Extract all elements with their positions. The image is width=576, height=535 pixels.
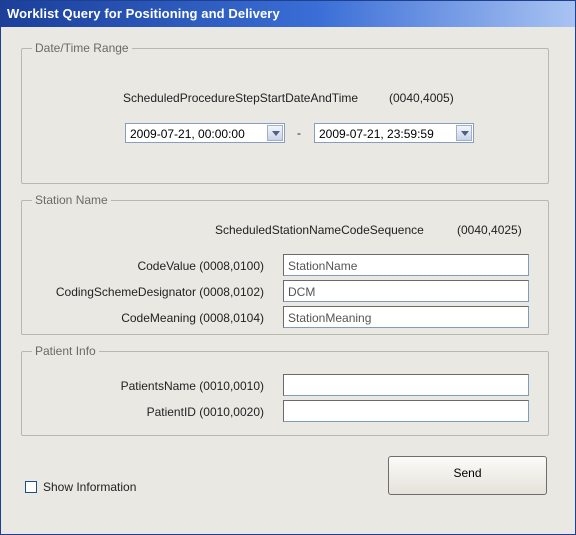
end-datetime-dropdown-button[interactable] bbox=[456, 125, 472, 141]
title-bar[interactable]: Worklist Query for Positioning and Deliv… bbox=[1, 1, 575, 27]
station-name-legend: Station Name bbox=[32, 193, 111, 207]
station-sequence-code: (0040,4025) bbox=[457, 223, 522, 237]
show-information-checkbox[interactable] bbox=[25, 481, 37, 493]
start-datetime-value: 2009-07-21, 00:00:00 bbox=[130, 127, 245, 141]
coding-scheme-designator-label: CodingSchemeDesignator (0008,0102) bbox=[55, 285, 264, 299]
date-time-range-group: Date/Time Range bbox=[21, 41, 549, 184]
chevron-down-icon bbox=[272, 131, 280, 136]
start-datetime-tag-label: ScheduledProcedureStepStartDateAndTime bbox=[123, 91, 359, 105]
patient-id-label: PatientID (0010,0020) bbox=[146, 405, 264, 419]
end-datetime-picker[interactable]: 2009-07-21, 23:59:59 bbox=[314, 123, 474, 143]
start-datetime-tag-code: (0040,4005) bbox=[389, 91, 454, 105]
coding-scheme-designator-text: DCM bbox=[288, 285, 316, 299]
send-button[interactable]: Send bbox=[388, 456, 547, 495]
start-datetime-picker[interactable]: 2009-07-21, 00:00:00 bbox=[125, 123, 285, 143]
patient-info-legend: Patient Info bbox=[32, 344, 99, 358]
chevron-down-icon bbox=[461, 131, 469, 136]
code-meaning-text: StationMeaning bbox=[288, 311, 372, 325]
patients-name-label: PatientsName (0010,0010) bbox=[120, 379, 264, 393]
coding-scheme-designator-input[interactable]: DCM bbox=[283, 280, 529, 302]
window-title: Worklist Query for Positioning and Deliv… bbox=[7, 6, 280, 21]
code-value-text: StationName bbox=[288, 259, 358, 273]
start-datetime-dropdown-button[interactable] bbox=[267, 125, 283, 141]
date-range-separator: - bbox=[297, 126, 301, 140]
show-information-label[interactable]: Show Information bbox=[43, 480, 136, 494]
patients-name-input[interactable] bbox=[283, 374, 529, 396]
code-value-label: CodeValue (0008,0100) bbox=[137, 259, 264, 273]
patient-id-input[interactable] bbox=[283, 400, 529, 422]
station-sequence-label: ScheduledStationNameCodeSequence bbox=[215, 223, 424, 237]
code-value-input[interactable]: StationName bbox=[283, 254, 529, 276]
worklist-query-window: Worklist Query for Positioning and Deliv… bbox=[0, 0, 576, 535]
code-meaning-input[interactable]: StationMeaning bbox=[283, 306, 529, 328]
end-datetime-value: 2009-07-21, 23:59:59 bbox=[319, 127, 434, 141]
code-meaning-label: CodeMeaning (0008,0104) bbox=[121, 311, 264, 325]
date-time-range-legend: Date/Time Range bbox=[32, 41, 132, 55]
send-button-label: Send bbox=[453, 466, 482, 480]
